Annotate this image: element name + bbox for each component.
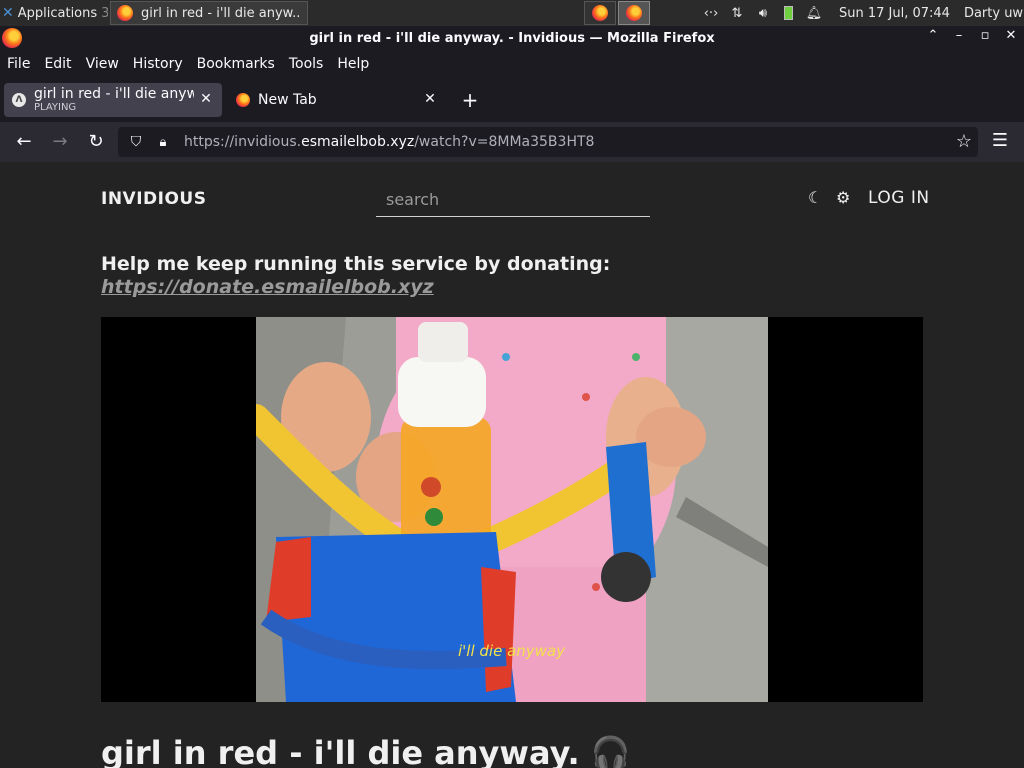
menu-tools[interactable]: Tools bbox=[289, 56, 324, 72]
tab-video[interactable]: Λ girl in red - i'll die anyway PLAYING … bbox=[4, 83, 222, 117]
search-input[interactable]: search bbox=[376, 186, 650, 217]
video-title-text: girl in red - i'll die anyway. bbox=[101, 734, 580, 768]
menu-edit[interactable]: Edit bbox=[44, 56, 71, 72]
maximize-icon[interactable]: ▫ bbox=[978, 28, 992, 43]
menu-bookmarks[interactable]: Bookmarks bbox=[197, 56, 275, 72]
bookmark-star-icon[interactable]: ☆ bbox=[956, 131, 972, 152]
video-title: girl in red - i'll die anyway. 🎧 bbox=[101, 734, 631, 768]
window-controls: ⌃ – ▫ ✕ bbox=[926, 28, 1018, 43]
url-bar[interactable]: ⛉ 🔒︎ https://invidious.esmailelbob.xyz/w… bbox=[118, 127, 978, 157]
firefox-icon bbox=[236, 93, 250, 107]
applications-menu-button[interactable]: ✕ Applications 3 bbox=[0, 0, 108, 26]
firefox-icon bbox=[2, 28, 22, 48]
volume-icon[interactable]: 🔊︎ bbox=[750, 6, 776, 21]
network-icon[interactable]: ‹·› bbox=[698, 6, 724, 21]
url-path: /watch?v=8MMa35B3HT8 bbox=[414, 134, 595, 150]
menu-help[interactable]: Help bbox=[337, 56, 369, 72]
lock-icon[interactable]: 🔒︎ bbox=[156, 135, 170, 150]
window-titlebar: girl in red - i'll die anyway. - Invidio… bbox=[0, 26, 1024, 50]
reload-icon[interactable]: ↻ bbox=[84, 130, 108, 154]
url-text[interactable]: https://invidious.esmailelbob.xyz/watch?… bbox=[184, 134, 594, 150]
tab-playing-status: PLAYING bbox=[34, 102, 77, 113]
close-icon[interactable]: ✕ bbox=[1004, 28, 1018, 43]
donate-banner-text: Help me keep running this service by don… bbox=[101, 253, 611, 275]
menu-file[interactable]: File bbox=[7, 56, 30, 72]
taskbar-window-button[interactable]: girl in red - i'll die anyw... bbox=[110, 1, 308, 25]
menu-view[interactable]: View bbox=[86, 56, 119, 72]
back-arrow-icon[interactable]: ← bbox=[12, 130, 36, 154]
menu-bar: File Edit View History Bookmarks Tools H… bbox=[0, 50, 1024, 78]
moon-icon[interactable]: ☾ bbox=[808, 188, 822, 207]
window-title: girl in red - i'll die anyway. - Invidio… bbox=[309, 30, 715, 46]
page-content: INVIDIOUS search ☾ ⚙ LOG IN Help me keep… bbox=[0, 162, 1024, 768]
taskbar-window-title: girl in red - i'll die anyw... bbox=[141, 5, 301, 21]
video-player[interactable]: i'll die anyway bbox=[101, 317, 923, 702]
url-prefix: https://invidious. bbox=[184, 134, 302, 150]
xfce-icon: ✕ bbox=[2, 5, 14, 21]
battery-icon[interactable] bbox=[784, 6, 793, 20]
minimize-icon[interactable]: – bbox=[952, 28, 966, 43]
firefox-icon bbox=[626, 5, 642, 21]
site-logo[interactable]: INVIDIOUS bbox=[101, 189, 206, 209]
video-subtitle: i'll die anyway bbox=[458, 642, 565, 660]
close-tab-icon[interactable]: ✕ bbox=[422, 91, 438, 107]
firefox-icon bbox=[592, 5, 608, 21]
user-menu[interactable]: Darty uwu bbox=[964, 6, 1024, 21]
tab-new-tab[interactable]: New Tab ✕ bbox=[228, 83, 446, 117]
url-host: esmailelbob.xyz bbox=[301, 134, 415, 150]
chevron-up-icon[interactable]: ⌃ bbox=[926, 28, 940, 43]
system-tray: ‹·› ⇅ 🔊︎ 🔔︎ Sun 17 Jul, 07:44 Darty uwu bbox=[698, 0, 1024, 26]
firefox-icon bbox=[117, 5, 133, 21]
video-frame[interactable]: i'll die anyway bbox=[256, 317, 768, 702]
shield-icon[interactable]: ⛉ bbox=[128, 134, 144, 150]
headphones-icon: 🎧 bbox=[590, 734, 631, 768]
close-tab-icon[interactable]: ✕ bbox=[198, 91, 214, 107]
menu-history[interactable]: History bbox=[133, 56, 183, 72]
new-tab-button[interactable]: + bbox=[458, 86, 482, 114]
tab-bar: Λ girl in red - i'll die anyway PLAYING … bbox=[0, 78, 1024, 122]
invidious-favicon-icon: Λ bbox=[12, 93, 26, 107]
forward-arrow-icon[interactable]: → bbox=[48, 130, 72, 154]
applications-label: Applications bbox=[17, 5, 98, 21]
clock[interactable]: Sun 17 Jul, 07:44 bbox=[839, 6, 950, 21]
workspace-2-button[interactable] bbox=[618, 1, 650, 25]
gear-icon[interactable]: ⚙ bbox=[836, 188, 850, 207]
login-link[interactable]: LOG IN bbox=[868, 188, 930, 208]
tab-title: girl in red - i'll die anyway bbox=[34, 86, 194, 102]
tab-title: New Tab bbox=[258, 92, 317, 108]
desktop-taskbar: ✕ Applications 3 girl in red - i'll die … bbox=[0, 0, 1024, 26]
hamburger-menu-icon[interactable]: ☰ bbox=[988, 130, 1012, 151]
applications-suffix: 3 bbox=[101, 5, 108, 21]
workspace-1-button[interactable] bbox=[584, 1, 616, 25]
donate-link[interactable]: https://donate.esmailelbob.xyz bbox=[101, 276, 434, 298]
transfer-arrows-icon[interactable]: ⇅ bbox=[724, 6, 750, 21]
bell-icon[interactable]: 🔔︎ bbox=[801, 6, 827, 21]
navigation-toolbar: ← → ↻ ⛉ 🔒︎ https://invidious.esmailelbob… bbox=[0, 122, 1024, 162]
workspace-switcher bbox=[584, 1, 650, 25]
